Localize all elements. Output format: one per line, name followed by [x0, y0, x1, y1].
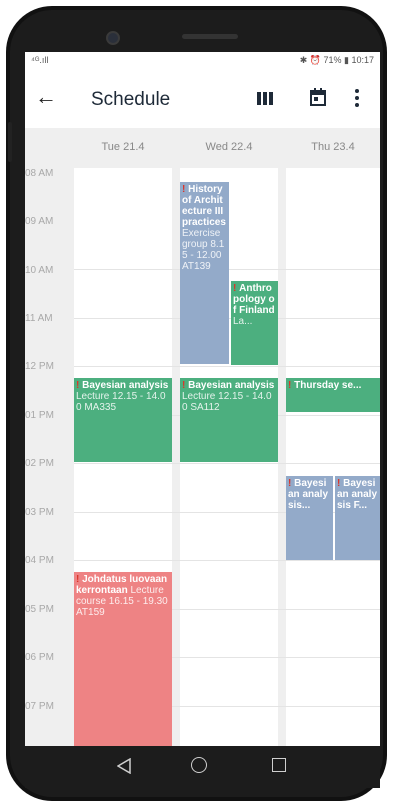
nav-back-icon[interactable] [117, 758, 131, 774]
event-bayesian-analysis-tue[interactable]: ! Bayesian analysis Lecture 12.15 - 14.0… [74, 378, 172, 462]
status-bar: ⁴ᴳ.ıll ✱ ⏰ 71% ▮ 10:17 [25, 52, 380, 68]
event-title: Bayesian analysis F... [337, 478, 378, 511]
screen: ⁴ᴳ.ıll ✱ ⏰ 71% ▮ 10:17 ← Schedule Tue 21… [25, 52, 380, 746]
alert-icon: ! [182, 184, 186, 195]
hour-label: 12 PM [25, 361, 54, 372]
alert-icon: ! [76, 380, 80, 391]
event-title: Thursday se... [294, 380, 362, 391]
app-bar: ← Schedule [25, 68, 380, 128]
day-header-wed: Wed 22.4 [180, 128, 278, 168]
hour-label: 06 PM [25, 652, 54, 663]
status-indicators: ✱ ⏰ 71% ▮ 10:17 [299, 55, 374, 65]
earpiece-speaker [182, 34, 238, 39]
hour-label: 11 AM [25, 313, 53, 324]
navigation-bar [25, 746, 380, 788]
day-header-thu: Thu 23.4 [286, 128, 380, 168]
nav-home-icon[interactable] [191, 757, 207, 773]
event-title: Bayesian analysis [82, 380, 169, 391]
alert-icon: ! [182, 380, 186, 391]
alert-icon: ! [233, 283, 237, 294]
hour-label: 01 PM [25, 410, 54, 421]
event-bayesian-analysis-thu-2[interactable]: ! Bayesian analysis F... [335, 476, 380, 560]
event-bayesian-analysis-wed[interactable]: ! Bayesian analysis Lecture 12.15 - 14.0… [180, 378, 278, 462]
page-title: Schedule [91, 89, 171, 110]
event-history-of-architecture[interactable]: ! History of Architecture III practices … [180, 182, 229, 364]
hour-label: 09 AM [25, 216, 54, 227]
hour-line [74, 366, 380, 367]
calendar-today-icon[interactable] [310, 88, 326, 106]
event-meta: Exercise group 8.15 - 12.00 AT139 [182, 228, 225, 272]
alert-icon: ! [288, 478, 292, 489]
schedule-grid: Tue 21.4 Wed 22.4 Thu 23.4 08 AM 09 AM 1… [25, 128, 380, 746]
event-johdatus-luovaan-kerrontaan[interactable]: ! Johdatus luovaan kerrontaan Lecture co… [74, 572, 172, 746]
front-camera [106, 31, 120, 45]
hour-label: 04 PM [25, 555, 54, 566]
event-title: Bayesian analysis... [288, 478, 329, 511]
back-arrow-icon[interactable]: ← [35, 85, 57, 109]
event-bayesian-analysis-thu-1[interactable]: ! Bayesian analysis... [286, 476, 333, 560]
alert-icon: ! [76, 574, 80, 585]
hour-line [74, 560, 380, 561]
event-title: Anthropology of Finland [233, 283, 275, 316]
day-column-thu[interactable] [286, 128, 380, 746]
hour-line [74, 463, 380, 464]
event-meta: La... [233, 316, 253, 327]
event-meta: Lecture 12.15 - 14.00 SA112 [182, 391, 272, 413]
more-options-icon[interactable] [355, 89, 359, 107]
hour-label: 02 PM [25, 458, 54, 469]
week-view-icon[interactable] [257, 92, 273, 105]
hour-label: 07 PM [25, 701, 54, 712]
hour-label: 05 PM [25, 604, 54, 615]
nav-recents-icon[interactable] [272, 758, 286, 772]
signal-indicator: ⁴ᴳ.ıll [31, 55, 49, 65]
alert-icon: ! [337, 478, 341, 489]
alert-icon: ! [288, 380, 292, 391]
event-title: History of Architecture III practices [182, 184, 226, 228]
side-button [8, 122, 12, 162]
hour-label: 10 AM [25, 265, 54, 276]
hour-label: 03 PM [25, 507, 54, 518]
day-header-tue: Tue 21.4 [74, 128, 172, 168]
event-meta: Lecture 12.15 - 14.00 MA335 [76, 391, 166, 413]
event-title: Bayesian analysis [188, 380, 275, 391]
event-thursday-seminar[interactable]: ! Thursday se... [286, 378, 380, 412]
event-anthropology-of-finland[interactable]: ! Anthropology of Finland La... [231, 281, 278, 365]
hour-label: 08 AM [25, 168, 54, 179]
